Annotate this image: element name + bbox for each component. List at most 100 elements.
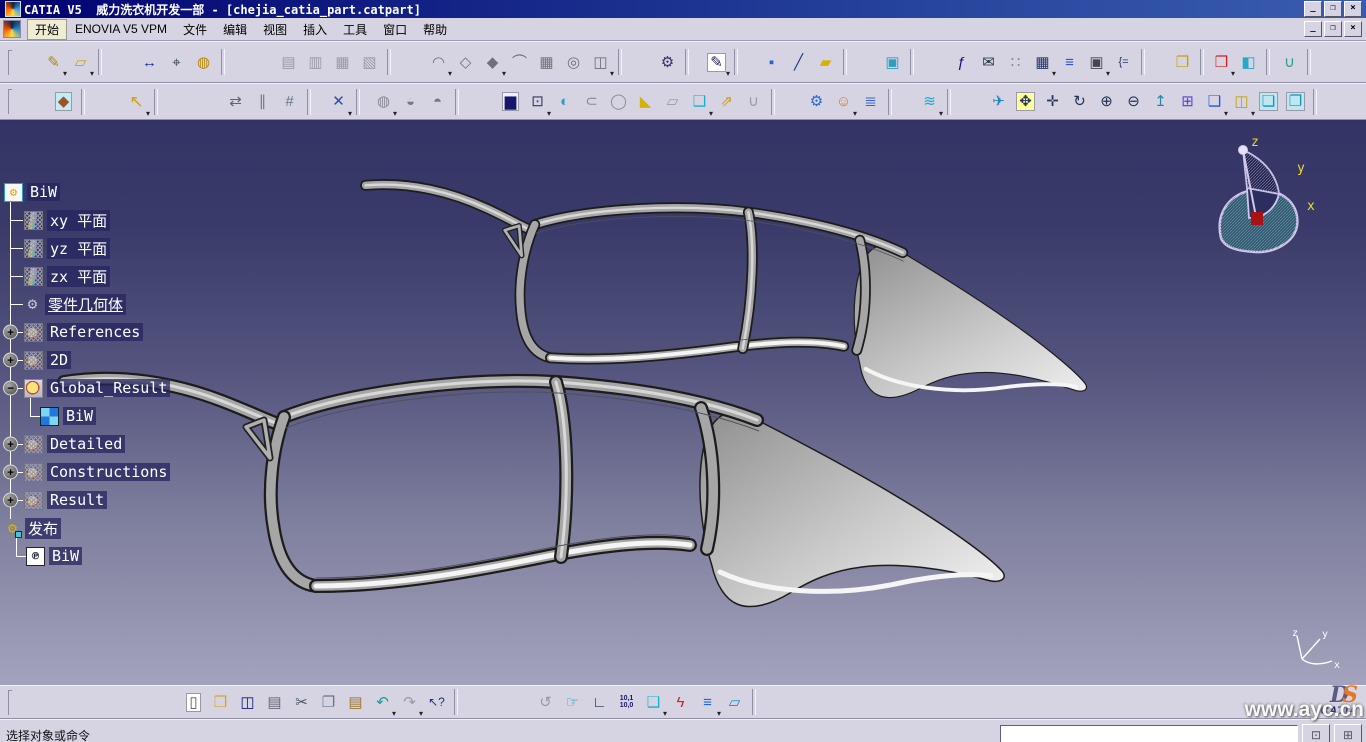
tree-item-label[interactable]: Detailed — [47, 435, 125, 453]
work-grid-icon[interactable]: # — [276, 88, 303, 116]
rib-icon[interactable]: ◐ — [551, 88, 578, 116]
toolbar-handle[interactable] — [8, 690, 12, 715]
tree-expander[interactable]: + — [3, 353, 18, 368]
analysis-face-icon[interactable]: ☺▾ — [830, 88, 857, 116]
blend-surface-icon[interactable]: ◇ — [452, 48, 479, 76]
bend-surface-icon[interactable]: ⌒ — [506, 48, 533, 76]
workbench-icon[interactable]: ◆ — [50, 88, 77, 116]
tree-expander[interactable]: + — [3, 465, 18, 480]
document-minimize-button[interactable]: _ — [1304, 21, 1322, 37]
tree-item-label[interactable]: Constructions — [47, 463, 170, 481]
thick-surface-icon[interactable]: ◯ — [605, 88, 632, 116]
tree-item-label[interactable]: yz 平面 — [47, 238, 110, 259]
tree-expander[interactable]: + — [3, 437, 18, 452]
history-2-icon[interactable]: ▥ — [302, 48, 329, 76]
manipulate-icon[interactable]: ☞ — [559, 688, 586, 716]
slot-icon[interactable]: ⊂ — [578, 88, 605, 116]
part-link-icon[interactable]: ❑▾ — [640, 688, 667, 716]
undo-icon[interactable]: ↶▾ — [369, 688, 396, 716]
tree-item-label[interactable]: BiW — [63, 407, 96, 425]
new-document-icon[interactable]: ▯ — [180, 688, 207, 716]
tree-item-label[interactable]: zx 平面 — [47, 266, 110, 287]
trim-icon[interactable]: ❒▾ — [1208, 48, 1235, 76]
tree-item-label[interactable]: 零件几何体 — [45, 294, 126, 315]
document-restore-button[interactable]: ❐ — [1324, 21, 1342, 37]
save-icon[interactable]: ◫ — [234, 688, 261, 716]
point-icon[interactable]: ▪ — [758, 48, 785, 76]
adaptive-sweep-icon[interactable]: ◆▾ — [479, 48, 506, 76]
cube-pattern-icon[interactable]: ▦ — [533, 48, 560, 76]
lock-icon[interactable]: ▣▾ — [1083, 48, 1110, 76]
menu-item-窗口[interactable]: 窗口 — [375, 19, 415, 40]
zoom-in-icon[interactable]: ⊕ — [1093, 88, 1120, 116]
knowledge-book-icon[interactable]: ▱ — [721, 688, 748, 716]
menu-item-开始[interactable]: 开始 — [27, 19, 67, 40]
axis-tripod-icon[interactable]: ∟ — [586, 688, 613, 716]
whats-this-icon[interactable]: ↖? — [423, 688, 450, 716]
tree-item-label[interactable]: BiW — [49, 547, 82, 565]
comment-icon[interactable]: ✉ — [975, 48, 1002, 76]
select-arrow-icon[interactable]: ↖▾ — [123, 88, 150, 116]
history-1-icon[interactable]: ▤ — [275, 48, 302, 76]
window-close-button[interactable]: × — [1344, 1, 1362, 17]
history-4-icon[interactable]: ▧ — [356, 48, 383, 76]
document-close-button[interactable]: × — [1344, 21, 1362, 37]
mechanism-gears-icon[interactable]: ⚙ — [803, 88, 830, 116]
magnitude-display-icon[interactable]: 10,1 10,0 — [613, 688, 640, 716]
document-app-icon[interactable] — [3, 20, 21, 38]
hide-show-icon[interactable]: ◫▾ — [1228, 88, 1255, 116]
planes-between-icon[interactable]: ∥ — [249, 88, 276, 116]
sketcher-icon[interactable]: ✎▾ — [703, 48, 730, 76]
snap-icon[interactable]: ✕▾ — [325, 88, 352, 116]
fold-icon[interactable]: ⇗ — [713, 88, 740, 116]
lock-parameter-icon[interactable]: ∷ — [1002, 48, 1029, 76]
plane-icon[interactable]: ▰ — [812, 48, 839, 76]
sphere-shaded-icon[interactable]: ◍▾ — [370, 88, 397, 116]
sphere-mesh-2-icon[interactable]: ◓ — [424, 88, 451, 116]
tree-expander[interactable]: + — [3, 493, 18, 508]
line-icon[interactable]: ╱ — [785, 48, 812, 76]
status-dialog-button-2[interactable]: ⊞ — [1334, 724, 1362, 742]
3d-viewport[interactable]: ⚙BiWxy 平面yz 平面zx 平面⚙零件几何体+References+2D−… — [0, 120, 1366, 685]
window-restore-button[interactable]: ❐ — [1324, 1, 1342, 17]
power-input-field[interactable] — [1000, 725, 1298, 742]
swap-visible-space-icon[interactable]: ❐ — [1282, 88, 1309, 116]
chamfer-icon[interactable]: ◣ — [632, 88, 659, 116]
insert-body-icon[interactable]: ▣ — [879, 48, 906, 76]
menu-item-enovia-v5-vpm[interactable]: ENOVIA V5 VPM — [67, 20, 175, 38]
visible-space-icon[interactable]: ❏ — [1255, 88, 1282, 116]
relations-icon[interactable]: ≡ — [1056, 48, 1083, 76]
menu-item-编辑[interactable]: 编辑 — [215, 19, 255, 40]
menu-item-插入[interactable]: 插入 — [295, 19, 335, 40]
formula-icon[interactable]: ƒ — [948, 48, 975, 76]
compass-anchor-square[interactable] — [1251, 212, 1263, 225]
zoom-out-icon[interactable]: ⊖ — [1120, 88, 1147, 116]
menu-item-视图[interactable]: 视图 — [255, 19, 295, 40]
tree-item-label[interactable]: xy 平面 — [47, 210, 110, 231]
iso-view-icon[interactable]: ❑▾ — [1201, 88, 1228, 116]
fit-all-in-icon[interactable]: ✥ — [1012, 88, 1039, 116]
fly-mode-icon[interactable]: ✈ — [985, 88, 1012, 116]
menu-item-帮助[interactable]: 帮助 — [415, 19, 455, 40]
stiffener-icon[interactable]: ∪ — [740, 88, 767, 116]
rotate-icon[interactable]: ↻ — [1066, 88, 1093, 116]
pan-icon[interactable]: ✛ — [1039, 88, 1066, 116]
print-icon[interactable]: ▤ — [261, 688, 288, 716]
boolean-union-icon[interactable]: ∪ — [1276, 48, 1303, 76]
status-dialog-button-1[interactable]: ⊡ — [1302, 724, 1330, 742]
split-icon[interactable]: ◧ — [1235, 48, 1262, 76]
history-3-icon[interactable]: ▦ — [329, 48, 356, 76]
update-icon[interactable]: ϟ — [667, 688, 694, 716]
cut-icon[interactable]: ✂ — [288, 688, 315, 716]
design-table-icon[interactable]: ▦▾ — [1029, 48, 1056, 76]
open-document-icon[interactable]: ❒ — [207, 688, 234, 716]
sphere-mesh-icon[interactable]: ◒ — [397, 88, 424, 116]
draft-angle-icon[interactable]: ▱ — [659, 88, 686, 116]
powercopy-gear-icon[interactable]: ⚙ — [654, 48, 681, 76]
mass-properties-icon[interactable]: ◍ — [190, 48, 217, 76]
tree-item-label[interactable]: 2D — [47, 351, 71, 369]
toolbar-handle[interactable] — [8, 89, 12, 114]
swept-surface-icon[interactable]: ◠▾ — [425, 48, 452, 76]
rule-icon[interactable]: {= — [1110, 48, 1137, 76]
copy-icon[interactable]: ❐ — [315, 688, 342, 716]
